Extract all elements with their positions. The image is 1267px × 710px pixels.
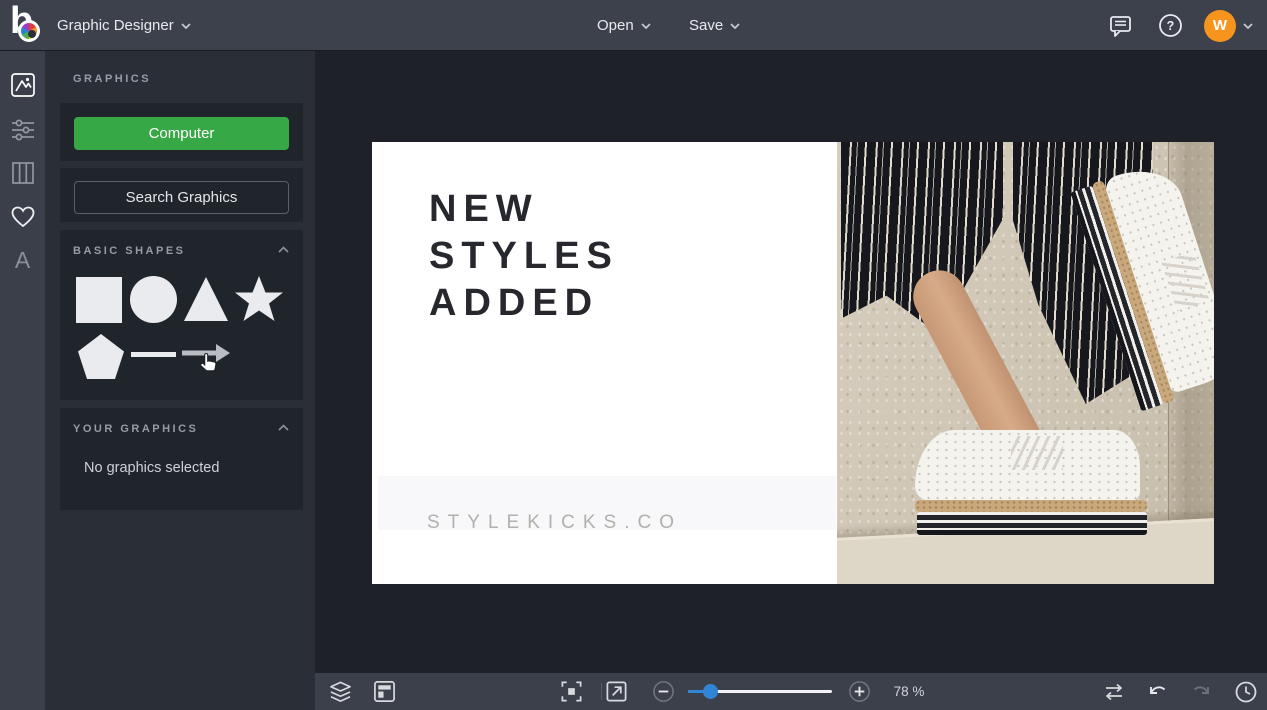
canvas-brand-text[interactable]: STYLEKICKS.CO	[427, 512, 682, 534]
shape-star[interactable]	[234, 274, 284, 324]
shape-pentagon[interactable]	[76, 332, 126, 382]
shape-arrow[interactable]	[182, 342, 230, 364]
redo-icon	[1189, 680, 1213, 704]
basic-shapes-section: BASIC SHAPES	[60, 230, 303, 400]
zoom-out-icon	[652, 680, 675, 703]
canvas-headline[interactable]: NEW STYLES ADDED	[429, 186, 619, 327]
shape-line[interactable]	[131, 352, 176, 357]
tool-rail: A	[0, 51, 45, 710]
shape-square[interactable]	[76, 277, 122, 323]
zoom-percentage: 78 %	[881, 673, 937, 710]
layers-button[interactable]	[328, 679, 353, 704]
canvas-manager-button[interactable]	[372, 679, 397, 704]
redo-button[interactable]	[1188, 679, 1213, 704]
save-label: Save	[689, 0, 723, 51]
empty-graphics-message: No graphics selected	[84, 460, 219, 476]
open-new-icon	[605, 680, 628, 703]
workspace[interactable]: NEW STYLES ADDED STYLEKICKS.CO	[315, 51, 1267, 673]
shoe-laces	[1011, 436, 1063, 470]
headline-line-2: STYLES	[429, 233, 619, 280]
zoom-out-button[interactable]	[651, 679, 676, 704]
sliders-icon	[10, 117, 36, 143]
columns-icon	[10, 160, 36, 186]
zoom-in-icon	[848, 680, 871, 703]
bottom-toolbar: 78 %	[315, 673, 1267, 710]
shape-triangle[interactable]	[182, 275, 230, 323]
top-bar: b Graphic Designer Open Save ? W	[0, 0, 1267, 51]
rail-item-graphics[interactable]	[0, 63, 45, 107]
search-graphics-button[interactable]: Search Graphics	[74, 181, 289, 214]
rail-item-favorites[interactable]	[0, 195, 45, 239]
canvas-manager-icon	[373, 680, 396, 703]
chevron-down-icon	[641, 23, 651, 29]
help-icon: ?	[1158, 13, 1183, 38]
headline-line-3: ADDED	[429, 280, 619, 327]
open-label: Open	[597, 0, 634, 51]
collapse-chevron-icon[interactable]	[278, 424, 289, 431]
computer-upload-button[interactable]: Computer	[74, 117, 289, 150]
text-tool-icon: A	[15, 247, 30, 274]
shoe-striped-sole	[917, 512, 1147, 535]
chevron-down-icon	[181, 23, 191, 29]
zoom-slider-thumb[interactable]	[703, 684, 718, 699]
mode-label: Graphic Designer	[57, 0, 174, 51]
rail-item-layouts[interactable]	[0, 151, 45, 195]
headline-line-1: NEW	[429, 186, 619, 233]
your-graphics-title: YOUR GRAPHICS	[73, 423, 198, 435]
graphics-icon	[10, 72, 36, 98]
save-menu-button[interactable]: Save	[689, 0, 740, 51]
standing-shoe	[915, 430, 1147, 536]
undo-button[interactable]	[1145, 679, 1170, 704]
toolbar-divider	[601, 683, 602, 700]
history-button[interactable]	[1233, 679, 1258, 704]
svg-text:?: ?	[1167, 19, 1175, 33]
logo-color-wheel-icon	[18, 20, 40, 42]
graphics-panel: GRAPHICS Computer Search Graphics BASIC …	[45, 51, 315, 710]
open-menu-button[interactable]: Open	[597, 0, 651, 51]
shape-circle[interactable]	[130, 276, 177, 323]
fit-to-screen-button[interactable]	[559, 679, 584, 704]
help-button[interactable]: ?	[1158, 0, 1183, 51]
layers-icon	[329, 680, 352, 703]
rail-item-text[interactable]: A	[0, 238, 45, 282]
undo-icon	[1146, 680, 1170, 704]
mode-switcher[interactable]: Graphic Designer	[57, 0, 191, 51]
chevron-down-icon	[730, 23, 740, 29]
design-canvas[interactable]: NEW STYLES ADDED STYLEKICKS.CO	[372, 142, 1214, 584]
shoe-jute-midsole	[915, 500, 1147, 512]
compare-button[interactable]	[1101, 679, 1126, 704]
history-icon	[1234, 680, 1258, 704]
heart-icon	[10, 205, 36, 229]
panel-title: GRAPHICS	[73, 73, 151, 85]
rail-item-adjustments[interactable]	[0, 108, 45, 152]
fit-screen-icon	[560, 680, 583, 703]
account-avatar: W	[1204, 10, 1236, 42]
chevron-down-icon	[1243, 23, 1253, 29]
zoom-in-button[interactable]	[847, 679, 872, 704]
your-graphics-section: YOUR GRAPHICS No graphics selected	[60, 408, 303, 510]
preview-button[interactable]	[604, 679, 629, 704]
basic-shapes-title: BASIC SHAPES	[73, 245, 186, 257]
befunky-logo-icon[interactable]: b	[8, 4, 50, 48]
feedback-button[interactable]	[1108, 0, 1133, 51]
compare-icon	[1102, 680, 1126, 704]
account-menu[interactable]: W	[1204, 0, 1253, 51]
canvas-photo[interactable]	[837, 142, 1214, 584]
collapse-chevron-icon[interactable]	[278, 246, 289, 253]
feedback-icon	[1108, 13, 1133, 38]
